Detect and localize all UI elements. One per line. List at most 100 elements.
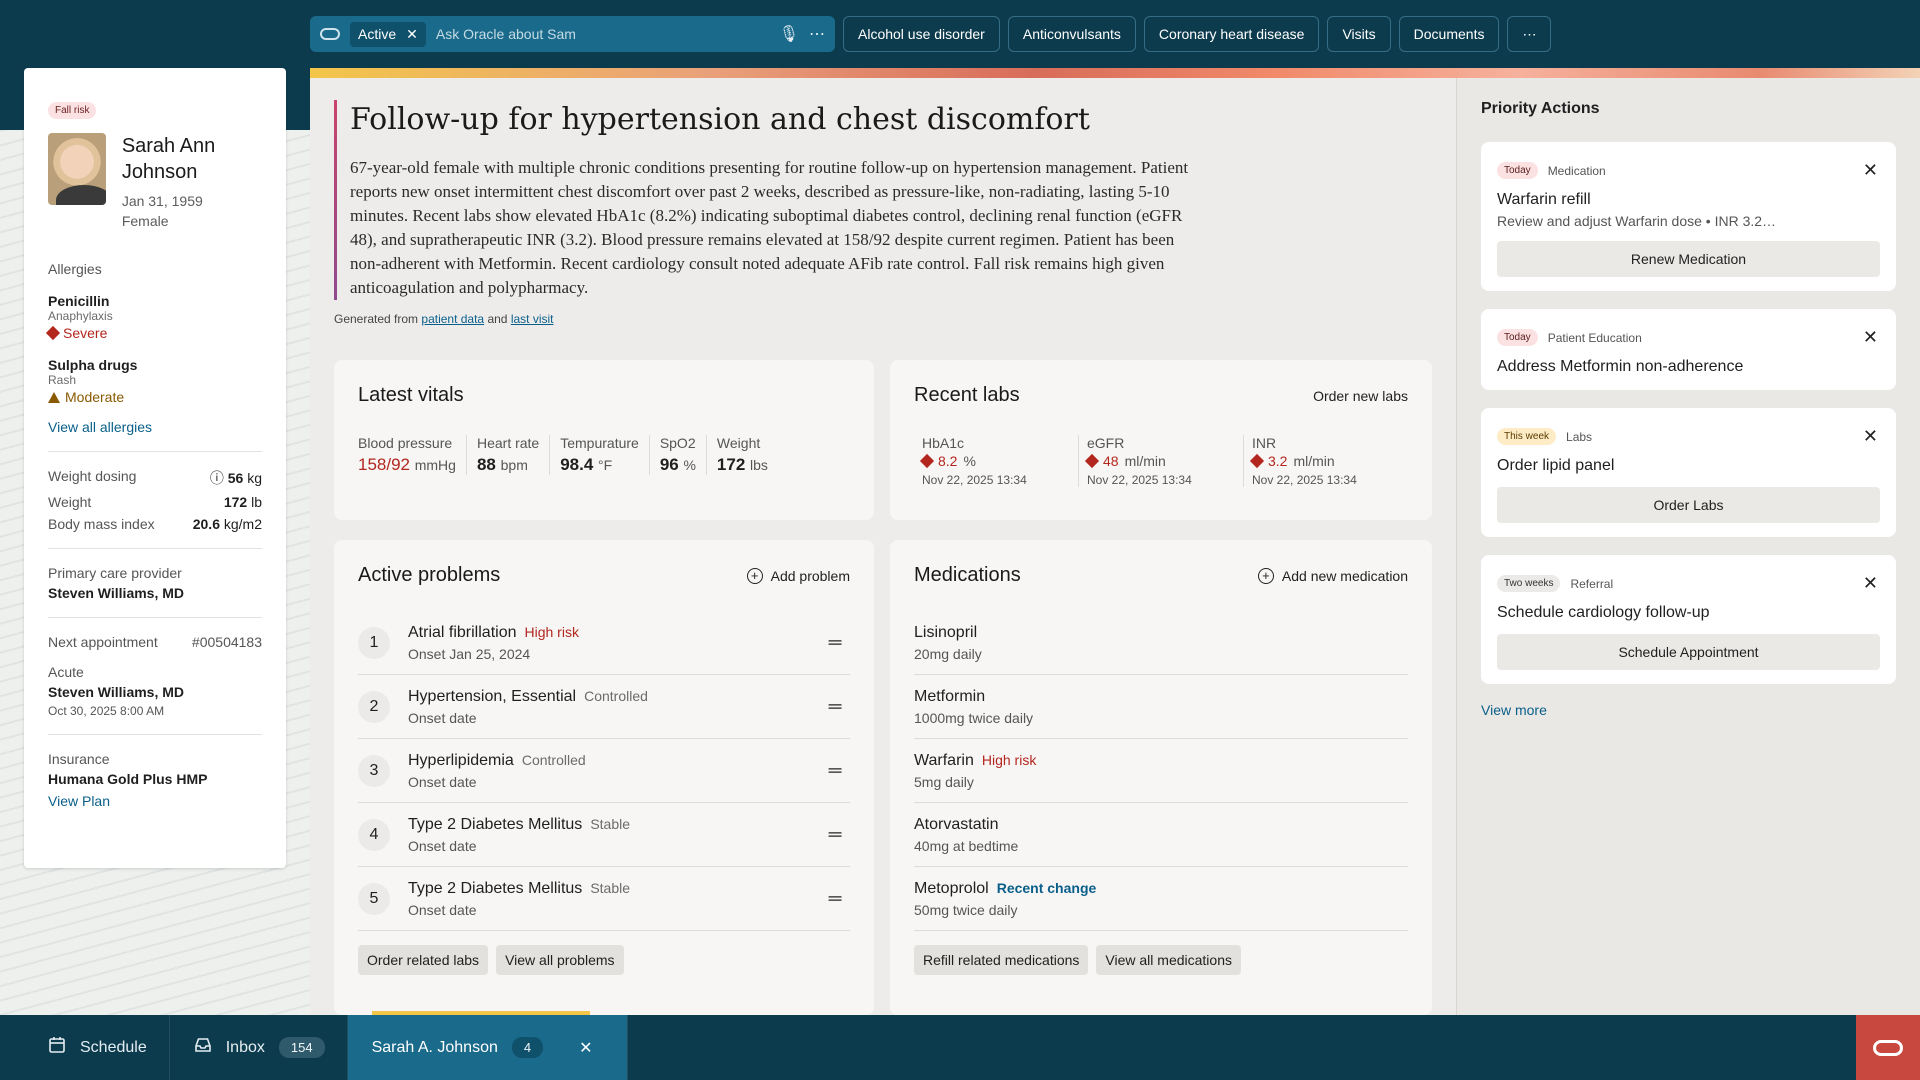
due-badge: This week [1497, 428, 1557, 445]
labs-row: HbA1c 8.2% Nov 22, 2025 13:34 eGFR 48 ml/… [914, 435, 1408, 487]
appointment-provider: Steven Williams, MD [48, 684, 185, 700]
lab-value: 48 [1103, 453, 1119, 469]
more-options-icon[interactable]: ⋯ [809, 24, 825, 44]
close-icon[interactable]: ✕ [579, 1038, 592, 1058]
summary-accent-bar [334, 100, 337, 300]
oracle-logo-icon [320, 28, 340, 40]
problem-onset: Onset date [408, 709, 477, 726]
severity-label: Severe [63, 325, 108, 341]
refill-related-medications-button[interactable]: Refill related medications [914, 945, 1089, 975]
severity-severe: Severe [45, 325, 262, 341]
list-item[interactable]: 1 Atrial fibrillation High risk Onset Jan… [358, 611, 850, 675]
schedule-appointment-button[interactable]: Schedule Appointment [1497, 634, 1880, 670]
drag-handle-icon[interactable]: ═ [820, 760, 850, 781]
priority-card: Today Patient Education ✕ Address Metfor… [1481, 309, 1896, 390]
drag-handle-icon[interactable]: ═ [820, 888, 850, 909]
view-plan-link[interactable]: View Plan [48, 793, 262, 809]
list-item[interactable]: Metformin 1000mg twice daily [914, 675, 1408, 739]
close-icon[interactable]: ✕ [1863, 327, 1878, 348]
ask-oracle-bar[interactable]: Active ✕ Ask Oracle about Sam 🎙 ⋯ [310, 16, 835, 52]
insurance-label: Insurance [48, 751, 110, 767]
list-item[interactable]: 4 Type 2 Diabetes Mellitus Stable Onset d… [358, 803, 850, 867]
card-title: Active problems [358, 564, 501, 586]
renew-medication-button[interactable]: Renew Medication [1497, 241, 1880, 277]
schedule-label: Schedule [80, 1038, 147, 1056]
medication-dose: 20mg daily [914, 645, 982, 662]
status-badge: Stable [590, 879, 631, 896]
allergies-label: Allergies [48, 261, 102, 277]
vital-unit: lbs [750, 457, 768, 473]
status-badge: Controlled [584, 687, 648, 704]
close-icon[interactable]: ✕ [1863, 573, 1878, 594]
list-item[interactable]: 2 Hypertension, Essential Controlled Onse… [358, 675, 850, 739]
status-badge: High risk [981, 751, 1037, 768]
severity-moderate: Moderate [48, 389, 262, 405]
action-title: Address Metformin non-adherence [1497, 358, 1744, 375]
view-all-medications-button[interactable]: View all medications [1096, 945, 1241, 975]
list-item[interactable]: Warfarin High risk 5mg daily [914, 739, 1408, 803]
drag-handle-icon[interactable]: ═ [820, 824, 850, 845]
order-related-labs-button[interactable]: Order related labs [358, 945, 489, 975]
list-item[interactable]: Atorvastatin 40mg at bedtime [914, 803, 1408, 867]
vital-weight: Weight 172 lbs [705, 435, 778, 475]
list-item[interactable]: 5 Type 2 Diabetes Mellitus Stable Onset d… [358, 867, 850, 931]
drag-handle-icon[interactable]: ═ [820, 632, 850, 653]
tab-documents[interactable]: Documents [1398, 16, 1500, 52]
vital-label: Tempurature [560, 435, 639, 451]
order-new-labs-button[interactable]: Order new labs [1313, 388, 1408, 404]
weight-dosing-unit: kg [247, 470, 262, 486]
action-category: Labs [1566, 429, 1593, 444]
list-item[interactable]: 3 Hyperlipidemia Controlled Onset date ═ [358, 739, 850, 803]
vital-value: 88 [476, 455, 496, 474]
oracle-logo-icon [1873, 1039, 1903, 1056]
priority-card: This week Labs ✕ Order lipid panel Order… [1481, 408, 1896, 537]
inbox-tab[interactable]: Inbox 154 [170, 1015, 348, 1080]
tab-anticonvulsants[interactable]: Anticonvulsants [1007, 16, 1136, 52]
plus-circle-icon: + [746, 567, 763, 584]
oracle-assistant-button[interactable] [1856, 1015, 1920, 1080]
due-badge: Today [1497, 329, 1538, 346]
patient-tab-active[interactable]: Sarah A. Johnson 4 ✕ [347, 1011, 628, 1080]
list-item[interactable]: Lisinopril 20mg daily [914, 611, 1408, 675]
add-problem-button[interactable]: + Add problem [746, 567, 850, 584]
vital-value: 96 [659, 455, 679, 474]
patient-data-link[interactable]: patient data [421, 312, 484, 326]
microphone-icon[interactable]: 🎙 [779, 24, 799, 44]
patient-count-badge: 4 [511, 1037, 544, 1058]
close-icon[interactable]: ✕ [1863, 426, 1878, 447]
more-tabs-icon[interactable]: ⋯ [1507, 16, 1552, 52]
medication-dose: 5mg daily [914, 773, 974, 790]
close-icon[interactable]: ✕ [406, 26, 418, 43]
divider [48, 617, 262, 618]
tab-alcohol-use-disorder[interactable]: Alcohol use disorder [843, 16, 1000, 52]
appointment-date: Oct 30, 2025 8:00 AM [48, 704, 165, 718]
lab-date: Nov 22, 2025 13:34 [1087, 473, 1192, 487]
view-more-link[interactable]: View more [1481, 702, 1896, 718]
view-all-problems-button[interactable]: View all problems [496, 945, 624, 975]
view-all-allergies-link[interactable]: View all allergies [48, 419, 262, 435]
medication-name: Metoprolol [914, 879, 989, 897]
insurance-name: Humana Gold Plus HMP [48, 771, 208, 787]
drag-handle-icon[interactable]: ═ [820, 696, 850, 717]
panel-title: Priority Actions [1481, 100, 1600, 117]
close-icon[interactable]: ✕ [1863, 160, 1878, 181]
tab-coronary-heart-disease[interactable]: Coronary heart disease [1143, 16, 1320, 52]
calendar-icon [48, 1036, 66, 1059]
plus-circle-icon: + [1257, 567, 1274, 584]
schedule-tab[interactable]: Schedule [0, 1015, 170, 1080]
recent-labs-card: Recent labs Order new labs HbA1c 8.2% No… [890, 360, 1432, 520]
problem-number: 5 [358, 882, 390, 915]
ask-oracle-input[interactable]: Ask Oracle about Sam [436, 26, 769, 42]
order-labs-button[interactable]: Order Labs [1497, 487, 1880, 523]
active-filter-chip[interactable]: Active ✕ [350, 21, 426, 47]
info-icon[interactable]: ⓘ [210, 470, 224, 486]
add-new-medication-button[interactable]: + Add new medication [1257, 567, 1408, 584]
problem-name: Type 2 Diabetes Mellitus [408, 815, 583, 833]
list-item[interactable]: Metoprolol Recent change 50mg twice daily [914, 867, 1408, 931]
last-visit-link[interactable]: last visit [511, 312, 554, 326]
tab-visits[interactable]: Visits [1327, 16, 1391, 52]
lab-value: 8.2 [938, 453, 958, 469]
lab-unit: % [963, 453, 976, 469]
action-title: Warfarin refill [1497, 191, 1591, 208]
generated-and: and [487, 312, 508, 326]
